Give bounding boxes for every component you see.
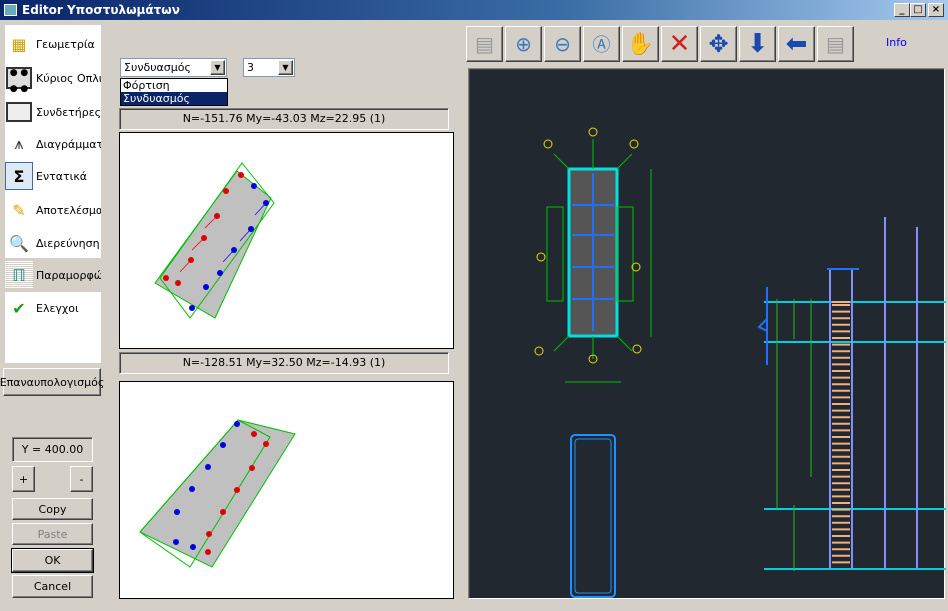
- chevron-down-icon[interactable]: ▼: [210, 60, 225, 75]
- cad-drawing-view[interactable]: [468, 68, 946, 599]
- main-reinforcement-icon: ● ● ● ●: [5, 64, 33, 94]
- type-combo[interactable]: Συνδυασμός ▼: [120, 58, 227, 77]
- cancel-button[interactable]: Cancel: [12, 575, 93, 598]
- sidebar-item-diagrams[interactable]: ⩚Διαγράμματα: [5, 127, 101, 161]
- section-drawing-2: [139, 419, 296, 568]
- diagram1-label: N=-151.76 My=-43.03 Mz=22.95 (1): [119, 108, 449, 130]
- title-bar: Editor Υποστυλωμάτων _ □ ×: [0, 0, 948, 20]
- paste-button[interactable]: Paste: [12, 523, 93, 545]
- checks-icon: ✔: [12, 298, 26, 318]
- zoom-out-button[interactable]: ⊖: [544, 26, 581, 62]
- info-link[interactable]: Info: [886, 36, 907, 49]
- arrow-down-icon: ⬇: [746, 29, 769, 59]
- section-diagram-1[interactable]: [119, 132, 454, 349]
- maximize-button[interactable]: □: [910, 3, 926, 17]
- sidebar-item-investigation[interactable]: 🔍 Διερεύνηση: [5, 226, 101, 260]
- sigma-icon: Σ: [5, 162, 33, 190]
- move-arrows-icon: ✥: [708, 30, 729, 58]
- close-button[interactable]: ×: [928, 3, 944, 17]
- app-icon: [4, 4, 17, 16]
- sidebar-item-deformations[interactable]: ℿΠαραμορφώσεις: [5, 258, 101, 292]
- type-dropdown-list: Φόρτιση Συνδυασμός: [120, 78, 228, 106]
- pan-button[interactable]: ✋: [622, 26, 659, 62]
- number-combo[interactable]: 3 ▼: [243, 58, 295, 77]
- recalculate-button[interactable]: Επαναυπολογισμός: [0, 368, 104, 396]
- section-drawing-1: [154, 162, 275, 319]
- diagram2-label: N=-128.51 My=32.50 Mz=-14.93 (1): [119, 352, 449, 374]
- sidebar: ▦Γεωμετρία ● ●● ●Κύριος Οπλισμός Συνδετή…: [5, 25, 101, 363]
- move-down-button[interactable]: ⬇: [739, 26, 776, 62]
- arrow-left-icon: ⬅: [785, 29, 808, 59]
- results-icon: ✎: [12, 200, 26, 220]
- properties-icon: ▤: [826, 32, 845, 56]
- delete-x-icon: ✕: [668, 29, 691, 59]
- copy-button[interactable]: Copy: [12, 498, 93, 520]
- investigation-icon: 🔍: [9, 233, 29, 253]
- zoom-in-button[interactable]: ⊕: [505, 26, 542, 62]
- ok-button[interactable]: OK: [11, 548, 94, 573]
- zoom-in-icon: ⊕: [515, 32, 532, 56]
- zoom-out-icon: ⊖: [554, 32, 571, 56]
- sidebar-item-geometry[interactable]: ▦ Γεωμετρία: [5, 27, 101, 61]
- deformation-icon: ℿ: [5, 261, 33, 289]
- pan-hand-icon: ✋: [626, 31, 655, 57]
- zoom-all-icon: Ⓐ: [592, 35, 611, 56]
- properties-icon: ▤: [475, 32, 494, 56]
- option-loading[interactable]: Φόρτιση: [121, 79, 227, 92]
- section-diagram-2[interactable]: [119, 381, 454, 599]
- sidebar-item-stirrups[interactable]: Συνδετήρες: [5, 95, 101, 129]
- properties-button-2[interactable]: ▤: [817, 26, 854, 62]
- diagrams-icon: ⩚: [14, 134, 24, 153]
- stirrups-icon: [5, 98, 33, 126]
- delete-button[interactable]: ✕: [661, 26, 698, 62]
- chevron-down-icon[interactable]: ▼: [278, 60, 293, 75]
- move-left-button[interactable]: ⬅: [778, 26, 815, 62]
- y-position-field: Y = 400.00: [12, 437, 93, 462]
- geometry-icon: ▦: [11, 34, 27, 54]
- properties-button[interactable]: ▤: [466, 26, 503, 62]
- increase-button[interactable]: +: [12, 466, 35, 492]
- sidebar-item-forces[interactable]: Σ Εντατικά: [5, 159, 101, 193]
- option-combination[interactable]: Συνδυασμός: [121, 92, 227, 105]
- zoom-all-button[interactable]: Ⓐ: [583, 26, 620, 62]
- decrease-button[interactable]: -: [70, 466, 93, 492]
- move-button[interactable]: ✥: [700, 26, 737, 62]
- minimize-button[interactable]: _: [894, 3, 910, 17]
- cad-drawing: [534, 127, 946, 598]
- sidebar-item-checks[interactable]: ✔ Ελεγχοι: [5, 291, 101, 325]
- window-title: Editor Υποστυλωμάτων: [22, 3, 180, 17]
- sidebar-item-main-reinforcement[interactable]: ● ●● ●Κύριος Οπλισμός: [5, 61, 101, 95]
- sidebar-item-results[interactable]: ✎Αποτελέσματα: [5, 193, 101, 227]
